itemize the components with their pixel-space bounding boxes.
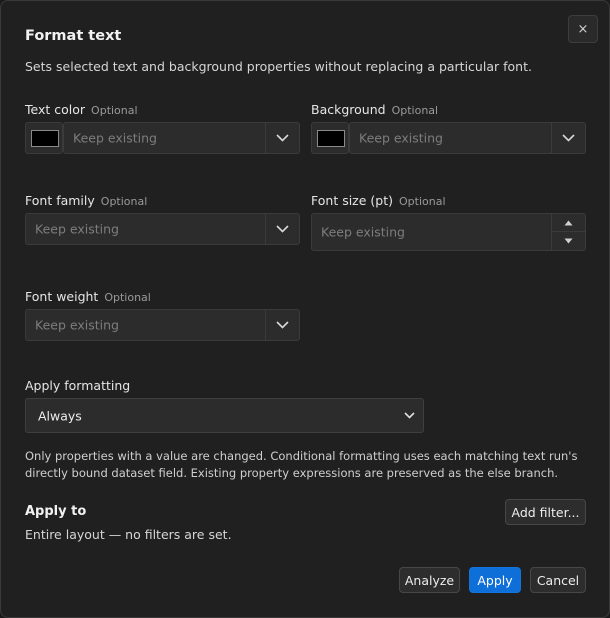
decrement-button[interactable] <box>552 232 585 250</box>
font-weight-label-text: Font weight <box>25 289 99 304</box>
optional-hint: Optional <box>391 104 439 117</box>
optional-hint: Optional <box>104 291 151 304</box>
font-family-label-text: Font family <box>25 193 95 208</box>
font-weight-dropdown-button[interactable] <box>265 310 299 340</box>
chevron-down-icon <box>276 321 289 329</box>
chevron-down-icon <box>276 225 289 233</box>
background-swatch <box>317 130 345 147</box>
apply-button[interactable]: Apply <box>469 567 521 593</box>
close-icon: × <box>577 21 589 37</box>
background-placeholder: Keep existing <box>359 130 443 146</box>
background-swatch-button[interactable] <box>311 122 349 154</box>
formatting-note: Only properties with a value are changed… <box>25 449 578 480</box>
background-label: Background Optional <box>311 102 438 117</box>
text-color-swatch-button[interactable] <box>25 122 63 154</box>
text-color-combobox[interactable]: Keep existing <box>63 122 300 154</box>
format-text-dialog: Format text × Sets selected text and bac… <box>0 0 610 618</box>
font-family-dropdown-button[interactable] <box>265 214 299 244</box>
dialog-subtitle: Sets selected text and background proper… <box>25 59 532 74</box>
text-color-label: Text color Optional <box>25 102 138 117</box>
font-family-placeholder: Keep existing <box>35 221 119 237</box>
background-combobox[interactable]: Keep existing <box>349 122 586 154</box>
close-button[interactable]: × <box>568 15 598 43</box>
background-dropdown-button[interactable] <box>551 123 585 153</box>
apply-formatting-label: Apply formatting <box>25 378 131 393</box>
font-family-label: Font family Optional <box>25 193 147 208</box>
dialog-title: Format text <box>25 28 122 44</box>
font-family-combobox[interactable]: Keep existing <box>25 213 300 245</box>
add-filter-button[interactable]: Add filter... <box>505 499 586 525</box>
chevron-down-icon <box>562 134 575 142</box>
text-color-swatch <box>31 130 59 147</box>
optional-hint: Optional <box>91 104 138 117</box>
cancel-button[interactable]: Cancel <box>530 567 586 593</box>
text-color-label-text: Text color <box>25 102 86 117</box>
apply-formatting-select[interactable]: Always <box>25 398 424 433</box>
caret-down-icon <box>564 238 573 244</box>
chevron-down-icon <box>276 134 289 142</box>
font-size-label-text: Font size (pt) <box>311 193 393 208</box>
optional-hint: Optional <box>399 195 446 208</box>
text-color-placeholder: Keep existing <box>73 130 157 146</box>
font-size-input[interactable]: Keep existing <box>311 213 586 251</box>
apply-formatting-value: Always <box>38 408 82 423</box>
caret-up-icon <box>564 220 573 225</box>
font-weight-label: Font weight Optional <box>25 289 151 304</box>
background-label-text: Background <box>311 102 386 117</box>
increment-button[interactable] <box>552 214 585 232</box>
font-size-placeholder: Keep existing <box>321 224 405 240</box>
font-weight-placeholder: Keep existing <box>35 317 119 333</box>
analyze-button[interactable]: Analyze <box>399 567 460 593</box>
optional-hint: Optional <box>100 195 148 208</box>
text-color-dropdown-button[interactable] <box>265 123 299 153</box>
apply-to-heading: Apply to <box>25 504 87 519</box>
font-size-label: Font size (pt) Optional <box>311 193 446 208</box>
apply-to-scope: Entire layout — no filters are set. <box>25 527 232 542</box>
chevron-down-icon <box>404 412 415 419</box>
font-weight-combobox[interactable]: Keep existing <box>25 309 300 341</box>
font-size-spinner <box>551 214 585 250</box>
